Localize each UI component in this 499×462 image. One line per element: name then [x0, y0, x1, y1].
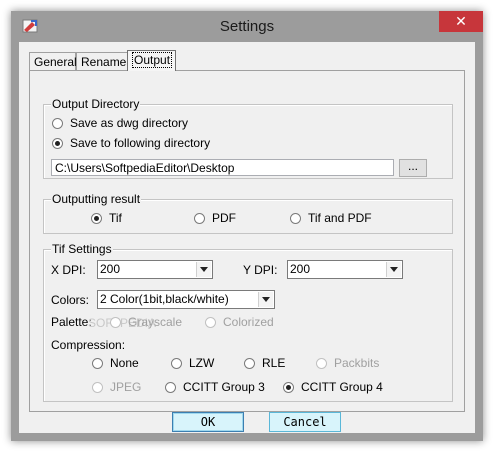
tab-output[interactable]: Output — [127, 50, 176, 71]
radio-label: None — [110, 356, 139, 370]
dialog-client: General Rename Output Output Directory S… — [19, 42, 475, 433]
radio-selected-icon — [52, 137, 63, 149]
palette-grayscale-radio[interactable]: Grayscale — [110, 315, 182, 329]
result-tif-radio[interactable]: Tif — [91, 211, 122, 225]
compression-ccitt-group-3-radio[interactable]: CCITT Group 3 — [165, 380, 265, 394]
tab-label: General — [34, 55, 77, 69]
radio-selected-icon — [91, 212, 102, 224]
y-dpi-value: 200 — [290, 262, 311, 276]
ok-button[interactable]: OK — [172, 412, 244, 432]
compression-jpeg-radio[interactable]: JPEG — [92, 380, 141, 394]
colors-label: Colors: — [51, 293, 90, 307]
tab-rename[interactable]: Rename — [76, 52, 128, 70]
radio-label: Tif — [109, 211, 122, 225]
y-dpi-label: Y DPI: — [243, 263, 278, 277]
compression-packbits-radio[interactable]: Packbits — [316, 356, 379, 370]
radio-icon — [316, 357, 327, 369]
radio-label: Grayscale — [128, 315, 183, 329]
radio-label: Colorized — [223, 315, 274, 329]
result-tif-and-pdf-radio[interactable]: Tif and PDF — [290, 211, 372, 225]
tif-settings-group: Tif Settings X DPI: 200 Y DPI: 200 Color… — [43, 242, 453, 402]
outputting-result-group: Outputting result Tif PDF Tif and PDF — [43, 192, 453, 234]
radio-icon — [290, 212, 301, 224]
compression-label: Compression: — [51, 338, 126, 352]
tab-label: Output — [132, 52, 173, 68]
chevron-down-icon — [258, 292, 273, 307]
radio-label: Tif and PDF — [308, 211, 372, 225]
outputting-result-label: Outputting result — [51, 192, 142, 206]
radio-label: CCITT Group 3 — [183, 380, 265, 394]
browse-button[interactable]: ... — [399, 159, 427, 177]
result-pdf-radio[interactable]: PDF — [194, 211, 236, 225]
close-icon: ✕ — [455, 13, 467, 29]
window-title: Settings — [219, 18, 275, 35]
tab-label: Rename — [81, 55, 127, 69]
radio-label: Save as dwg directory — [70, 116, 189, 130]
radio-label: Packbits — [334, 356, 380, 370]
radio-icon — [52, 117, 63, 129]
radio-selected-icon — [283, 381, 294, 393]
radio-icon — [92, 381, 103, 393]
chevron-down-icon — [386, 262, 401, 277]
radio-label: LZW — [189, 356, 215, 370]
palette-colorized-radio[interactable]: Colorized — [205, 315, 274, 329]
radio-icon — [110, 316, 121, 328]
compression-none-radio[interactable]: None — [92, 356, 139, 370]
tab-general[interactable]: General — [29, 52, 77, 70]
radio-label: RLE — [262, 356, 286, 370]
radio-icon — [92, 357, 103, 369]
x-dpi-value: 200 — [100, 262, 121, 276]
output-directory-label: Output Directory — [51, 97, 141, 111]
palette-label: Palette: — [51, 315, 92, 329]
close-button[interactable]: ✕ — [439, 11, 483, 32]
save-as-dwg-directory-radio[interactable]: Save as dwg directory — [52, 116, 188, 130]
output-tab-panel: Output Directory Save as dwg directory S… — [29, 70, 465, 412]
radio-icon — [244, 357, 255, 369]
compression-ccitt-group-4-radio[interactable]: CCITT Group 4 — [283, 380, 383, 394]
save-to-following-directory-radio[interactable]: Save to following directory — [52, 136, 210, 150]
x-dpi-label: X DPI: — [51, 263, 86, 277]
compression-lzw-radio[interactable]: LZW — [171, 356, 214, 370]
title-bar[interactable]: Settings ✕ — [11, 11, 483, 41]
colors-select[interactable]: 2 Color(1bit,black/white) — [97, 290, 275, 309]
cancel-button[interactable]: Cancel — [269, 412, 341, 432]
settings-window: Settings ✕ General Rename Output Output … — [11, 11, 483, 441]
y-dpi-select[interactable]: 200 — [287, 260, 403, 279]
radio-icon — [165, 381, 176, 393]
tif-settings-label: Tif Settings — [51, 242, 113, 256]
radio-icon — [205, 316, 216, 328]
output-path-field[interactable]: C:\Users\SoftpediaEditor\Desktop — [51, 159, 394, 176]
radio-label: CCITT Group 4 — [301, 380, 383, 394]
radio-icon — [171, 357, 182, 369]
radio-label: Save to following directory — [70, 136, 211, 150]
radio-label: PDF — [212, 211, 236, 225]
output-directory-group: Output Directory Save as dwg directory S… — [43, 97, 453, 179]
radio-icon — [194, 212, 205, 224]
radio-label: JPEG — [110, 380, 142, 394]
chevron-down-icon — [196, 262, 211, 277]
compression-rle-radio[interactable]: RLE — [244, 356, 285, 370]
colors-value: 2 Color(1bit,black/white) — [100, 292, 229, 306]
x-dpi-select[interactable]: 200 — [97, 260, 213, 279]
